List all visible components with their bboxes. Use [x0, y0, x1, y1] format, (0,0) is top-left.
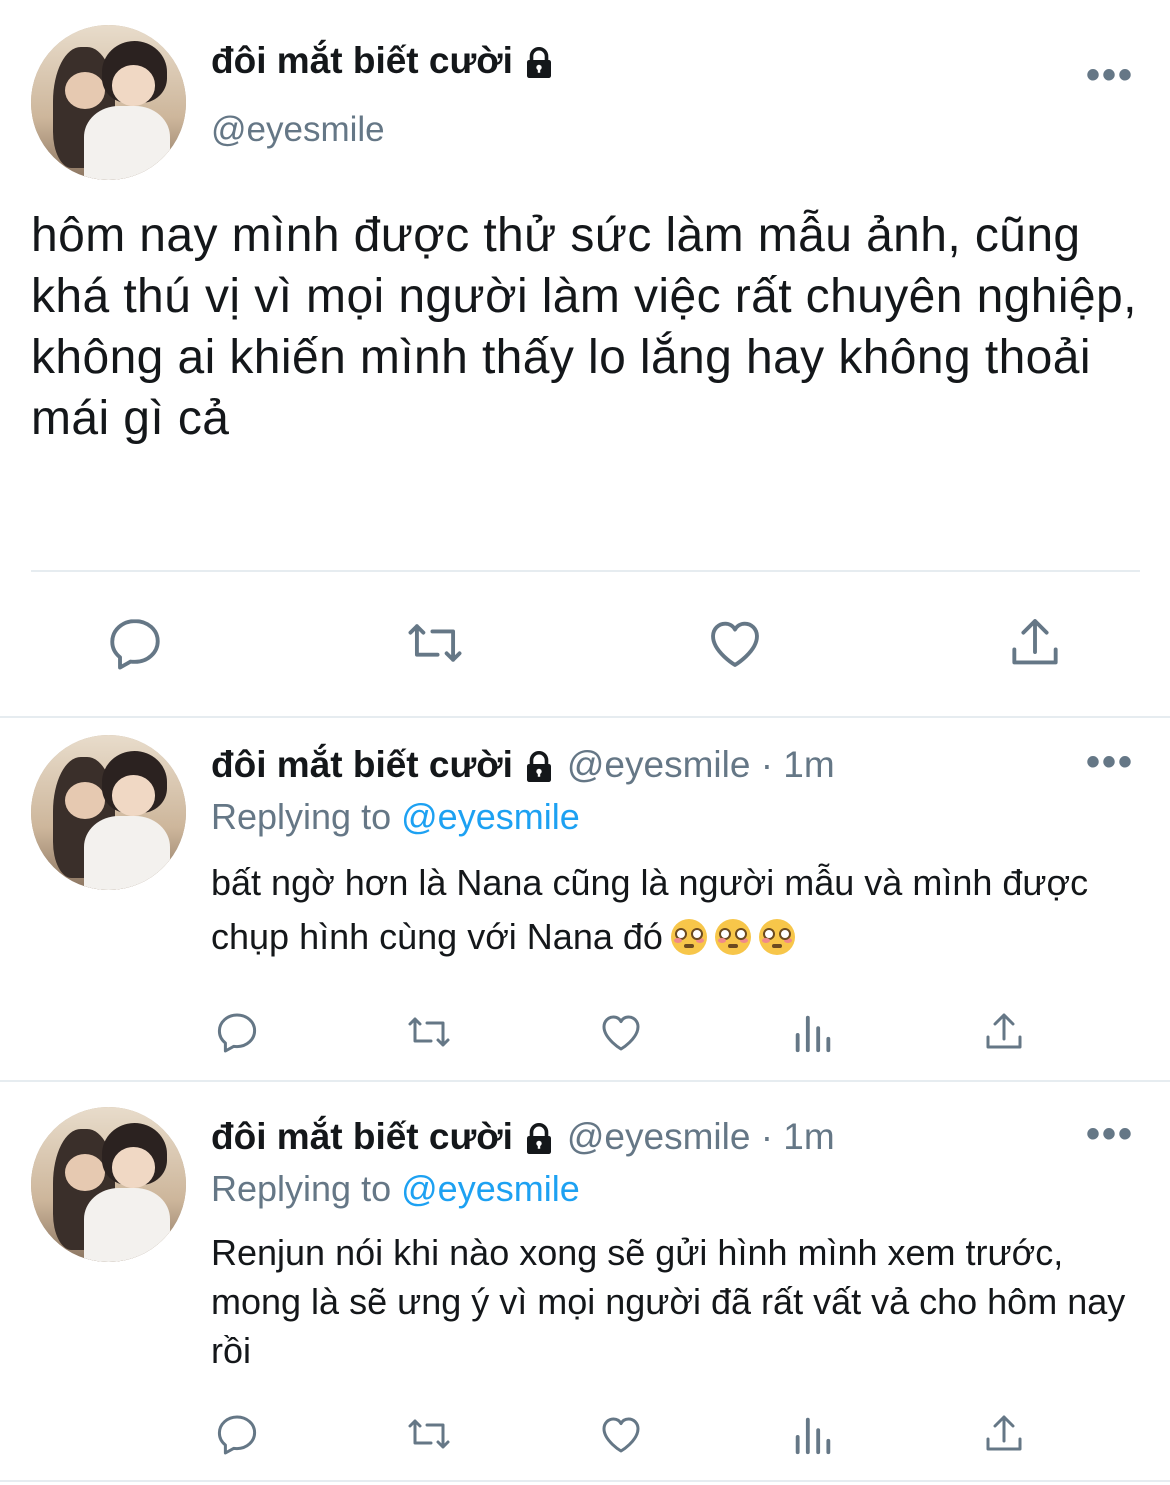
like-icon[interactable]: [597, 1008, 645, 1056]
divider: [0, 1080, 1170, 1082]
reply-text-content: bất ngờ hơn là Nana cũng là người mẫu và…: [211, 862, 1089, 957]
avatar[interactable]: [31, 25, 186, 180]
more-options-button[interactable]: •••: [1086, 55, 1134, 95]
reply-header: đôi mắt biết cười @eyesmile · 1m: [211, 1116, 835, 1158]
divider: [31, 570, 1140, 572]
reply-text: Renjun nói khi nào xong sẽ gửi hình mình…: [211, 1232, 1126, 1371]
display-name[interactable]: đôi mắt biết cười: [211, 1116, 513, 1157]
replying-to: Replying to @eyesmile: [211, 1168, 580, 1210]
analytics-icon[interactable]: [790, 1412, 836, 1458]
lock-icon: [521, 749, 557, 785]
like-icon[interactable]: [704, 612, 766, 674]
flushed-face-emoji: [714, 919, 751, 955]
mention-link[interactable]: @eyesmile: [401, 1168, 580, 1209]
replying-prefix: Replying to: [211, 796, 392, 837]
retweet-icon[interactable]: [402, 1410, 456, 1458]
more-options-button[interactable]: •••: [1086, 1114, 1134, 1154]
mention-link[interactable]: @eyesmile: [401, 796, 580, 837]
avatar[interactable]: [31, 1107, 186, 1262]
lock-icon: [521, 1121, 557, 1157]
flushed-face-emoji: [670, 919, 707, 955]
divider: [0, 1480, 1170, 1482]
replying-prefix: Replying to: [211, 1168, 392, 1209]
avatar[interactable]: [31, 735, 186, 890]
reply-icon[interactable]: [104, 612, 166, 674]
lock-icon: [521, 45, 557, 81]
handle-time: @eyesmile · 1m: [566, 1116, 835, 1157]
user-handle[interactable]: @eyesmile: [211, 110, 385, 150]
retweet-icon[interactable]: [402, 1008, 456, 1056]
reply-text: bất ngờ hơn là Nana cũng là người mẫu và…: [211, 856, 1151, 964]
display-name[interactable]: đôi mắt biết cười: [211, 40, 557, 82]
divider: [0, 716, 1170, 718]
share-icon[interactable]: [980, 1008, 1028, 1056]
share-icon[interactable]: [980, 1410, 1028, 1458]
share-icon[interactable]: [1004, 612, 1066, 674]
handle-time: @eyesmile · 1m: [566, 744, 835, 785]
retweet-icon[interactable]: [402, 612, 468, 674]
like-icon[interactable]: [597, 1410, 645, 1458]
flushed-face-emoji: [758, 919, 795, 955]
analytics-icon[interactable]: [790, 1010, 836, 1056]
replying-to: Replying to @eyesmile: [211, 796, 580, 838]
reply-header: đôi mắt biết cười @eyesmile · 1m: [211, 744, 835, 786]
reply-icon[interactable]: [213, 1410, 261, 1458]
display-name-text: đôi mắt biết cười: [211, 40, 513, 81]
tweet-text: hôm nay mình được thử sức làm mẫu ảnh, c…: [31, 209, 1137, 445]
reply-icon[interactable]: [213, 1008, 261, 1056]
display-name[interactable]: đôi mắt biết cười: [211, 744, 513, 785]
more-options-button[interactable]: •••: [1086, 742, 1134, 782]
